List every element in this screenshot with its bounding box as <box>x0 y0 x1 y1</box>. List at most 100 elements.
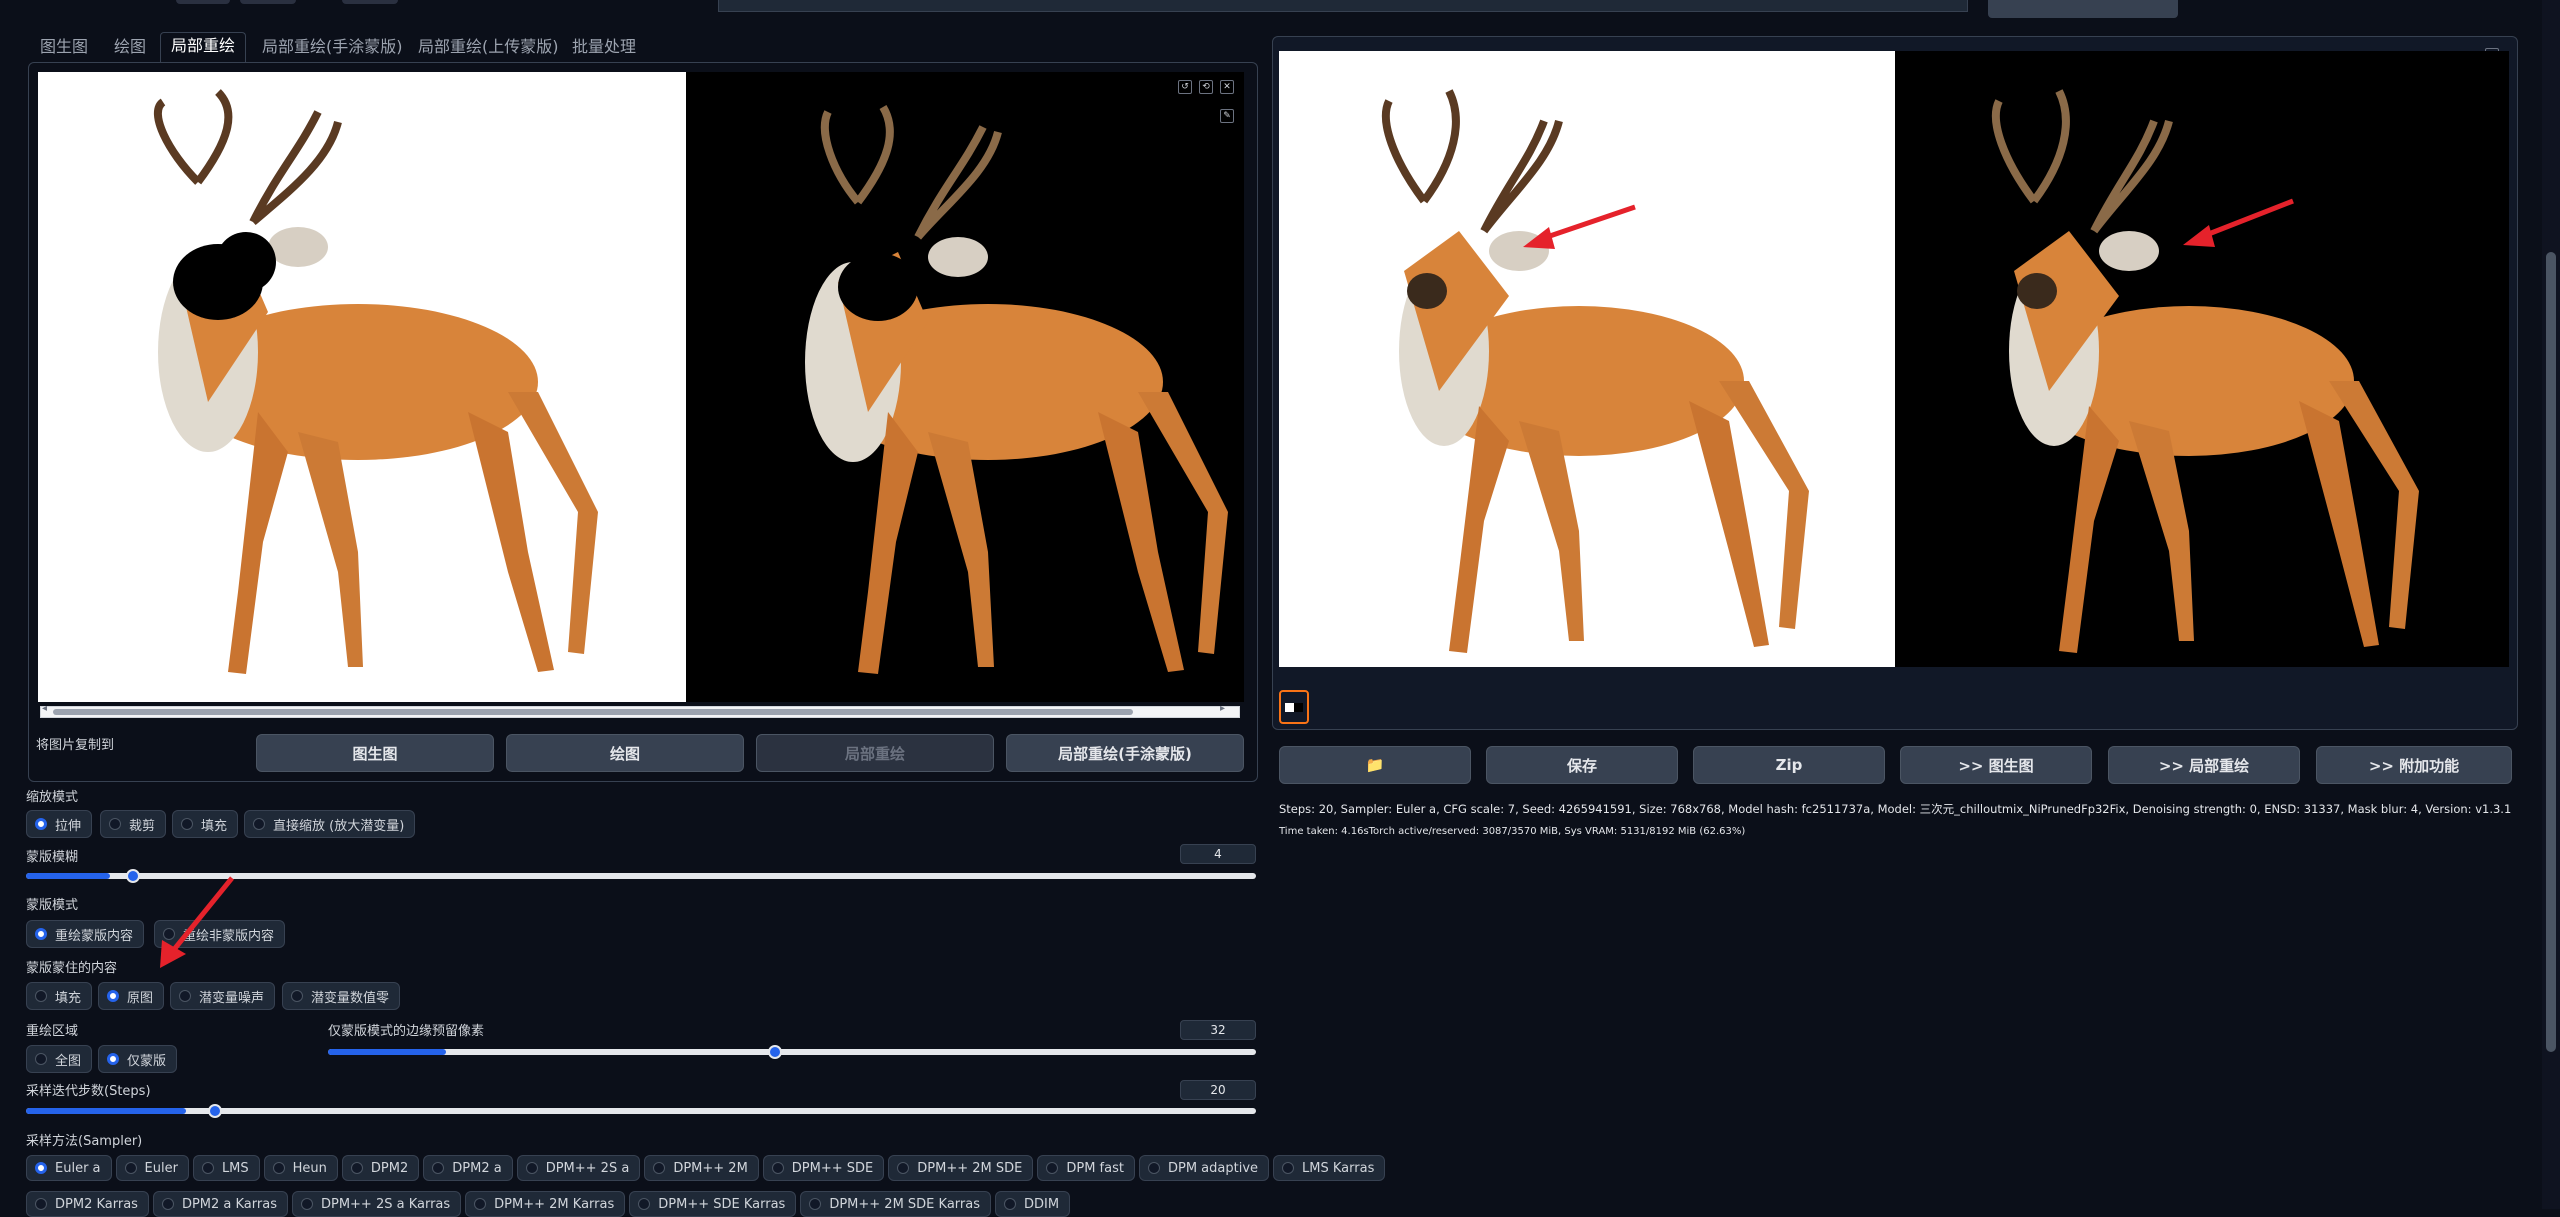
radio-dot <box>1147 1162 1160 1174</box>
slider-fill <box>26 1108 186 1114</box>
time-info: Time taken: 4.16sTorch active/reserved: … <box>1279 826 1746 837</box>
mask-blur-input[interactable]: 4 <box>1180 844 1256 864</box>
steps-slider[interactable] <box>26 1104 1256 1118</box>
masked-content-latent-nothing[interactable]: 潜变量数值零 <box>282 982 401 1010</box>
inpaint-image <box>38 72 1244 702</box>
radio-label: 填充 <box>201 818 228 834</box>
masked-content-latent-noise[interactable]: 潜变量噪声 <box>170 982 276 1010</box>
sampler-option[interactable]: DPM2 <box>341 1155 420 1181</box>
radio-dot <box>35 1053 47 1065</box>
send-to-extras-button[interactable]: >> 附加功能 <box>2316 746 2512 784</box>
resize-mode-fill[interactable]: 填充 <box>172 810 239 838</box>
sampler-option[interactable]: DPM++ 2M Karras <box>465 1191 626 1217</box>
masked-content-original[interactable]: 原图 <box>98 982 165 1010</box>
close-icon[interactable]: ✕ <box>1220 80 1234 94</box>
scroll-right-icon[interactable]: ▸ <box>1220 703 1225 714</box>
radio-label: DPM++ SDE <box>791 1160 874 1176</box>
radio-dot <box>35 818 47 830</box>
sampler-option[interactable]: Euler a <box>26 1155 112 1181</box>
padding-input[interactable]: 32 <box>1180 1020 1256 1040</box>
radio-label: LMS Karras <box>1302 1160 1375 1176</box>
canvas-scrollbar-thumb[interactable] <box>53 709 1133 715</box>
radio-dot <box>179 990 191 1002</box>
tab-batch[interactable]: 批量处理 <box>562 34 646 60</box>
tab-inpaint[interactable]: 局部重绘 <box>160 32 247 62</box>
radio-label: DPM2 a <box>452 1160 502 1176</box>
radio-label: DPM++ 2M SDE <box>917 1160 1023 1176</box>
mask-mode-inpaint-masked[interactable]: 重绘蒙版内容 <box>26 920 145 948</box>
page-scrollbar-thumb[interactable] <box>2546 252 2556 1052</box>
steps-input[interactable]: 20 <box>1180 1080 1256 1100</box>
padding-label: 仅蒙版模式的边缘预留像素 <box>328 1024 485 1039</box>
sampler-option[interactable]: DPM++ 2S a <box>516 1155 641 1181</box>
radio-dot <box>109 818 121 830</box>
copy-to-inpaint-sketch-button[interactable]: 局部重绘(手涂蒙版) <box>1006 734 1244 772</box>
tab-inpaint-upload[interactable]: 局部重绘(上传蒙版) <box>408 34 569 60</box>
top-toolbar-button-1[interactable] <box>176 0 230 4</box>
prompt-input-edge[interactable] <box>718 0 1968 12</box>
sampler-option[interactable]: DPM++ 2S a Karras <box>291 1191 462 1217</box>
radio-label: LMS <box>221 1160 249 1176</box>
brush-icon[interactable]: ✎ <box>1220 109 1234 123</box>
save-button[interactable]: 保存 <box>1486 746 1678 784</box>
tab-sketch[interactable]: 绘图 <box>104 34 156 60</box>
send-to-img2img-button[interactable]: >> 图生图 <box>1900 746 2092 784</box>
tab-inpaint-sketch[interactable]: 局部重绘(手涂蒙版) <box>252 34 413 60</box>
copy-to-img2img-button[interactable]: 图生图 <box>256 734 494 772</box>
radio-dot <box>35 990 47 1002</box>
sampler-option[interactable]: DPM fast <box>1037 1155 1135 1181</box>
radio-label: 潜变量噪声 <box>199 990 265 1006</box>
sampler-row-2: DPM2 Karras DPM2 a Karras DPM++ 2S a Karra… <box>26 1191 1260 1217</box>
sampler-option[interactable]: Euler <box>115 1155 189 1181</box>
resize-mode-stretch[interactable]: 拉伸 <box>26 810 93 838</box>
radio-dot <box>181 818 193 830</box>
sampler-option[interactable]: DPM2 Karras <box>26 1191 149 1217</box>
padding-slider[interactable] <box>328 1045 1256 1059</box>
sampler-option[interactable]: DPM++ 2M SDE <box>888 1155 1034 1181</box>
top-toolbar-button-3[interactable] <box>342 0 398 4</box>
slider-thumb[interactable] <box>208 1104 222 1118</box>
sampler-option[interactable]: DPM2 a Karras <box>152 1191 288 1217</box>
masked-content-fill[interactable]: 填充 <box>26 982 93 1010</box>
zip-button[interactable]: Zip <box>1693 746 1885 784</box>
copy-to-inpaint-button[interactable]: 局部重绘 <box>756 734 994 772</box>
sampler-option[interactable]: LMS Karras <box>1273 1155 1386 1181</box>
generate-button[interactable] <box>1988 0 2178 18</box>
tab-img2img[interactable]: 图生图 <box>30 34 98 60</box>
sampler-option[interactable]: DPM++ SDE <box>762 1155 885 1181</box>
clear-icon[interactable]: ⟲ <box>1199 80 1213 94</box>
top-toolbar-button-2[interactable] <box>240 0 296 4</box>
scroll-left-icon[interactable]: ◂ <box>42 703 47 714</box>
copy-to-sketch-button[interactable]: 绘图 <box>506 734 744 772</box>
send-to-inpaint-button[interactable]: >> 局部重绘 <box>2108 746 2300 784</box>
resize-mode-latent[interactable]: 直接缩放 (放大潜变量) <box>244 810 416 838</box>
sampler-option[interactable]: DPM++ 2M SDE Karras <box>800 1191 991 1217</box>
sampler-option[interactable]: LMS <box>192 1155 260 1181</box>
radio-dot <box>253 818 265 830</box>
radio-label: 填充 <box>55 990 82 1006</box>
copy-to-label: 将图片复制到 <box>36 738 115 753</box>
inpaint-area-only-masked[interactable]: 仅蒙版 <box>98 1045 178 1073</box>
open-folder-button[interactable]: 📁 <box>1279 746 1471 784</box>
output-image[interactable] <box>1279 51 2509 667</box>
resize-mode-label: 缩放模式 <box>26 790 79 805</box>
sampler-option[interactable]: DPM adaptive <box>1138 1155 1270 1181</box>
canvas-scrollbar[interactable]: ◂ ▸ <box>40 703 1240 718</box>
inpaint-area-whole[interactable]: 全图 <box>26 1045 93 1073</box>
sampler-option[interactable]: Heun <box>263 1155 338 1181</box>
radio-label: DPM fast <box>1066 1160 1124 1176</box>
radio-label: DPM adaptive <box>1167 1160 1259 1176</box>
sampler-option[interactable]: DDIM <box>995 1191 1071 1217</box>
sampler-option[interactable]: DPM++ 2M <box>644 1155 759 1181</box>
page-scrollbar[interactable] <box>2542 0 2560 1209</box>
slider-thumb[interactable] <box>768 1045 782 1059</box>
radio-dot <box>300 1198 313 1210</box>
slider-thumb[interactable] <box>126 869 140 883</box>
resize-mode-crop[interactable]: 裁剪 <box>100 810 167 838</box>
inpaint-canvas[interactable] <box>38 72 1244 702</box>
sampler-option[interactable]: DPM2 a <box>423 1155 513 1181</box>
radio-dot <box>35 1198 47 1210</box>
undo-icon[interactable]: ↺ <box>1178 80 1192 94</box>
output-thumbnail[interactable] <box>1279 690 1309 724</box>
sampler-option[interactable]: DPM++ SDE Karras <box>629 1191 797 1217</box>
